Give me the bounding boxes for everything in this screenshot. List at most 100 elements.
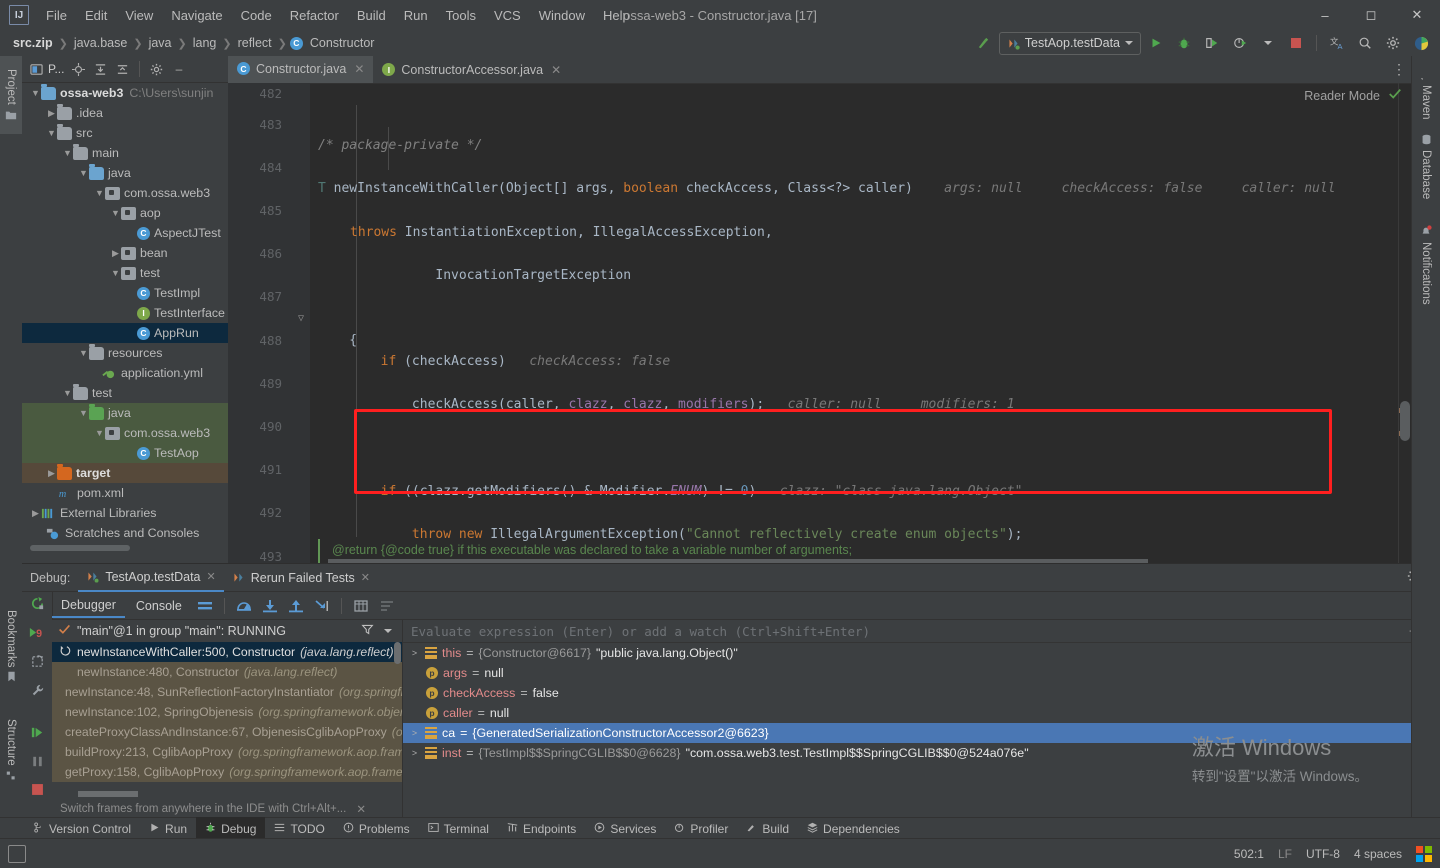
expand-chevron-icon[interactable]: > [409, 648, 420, 658]
debug-icon[interactable] [1171, 32, 1197, 54]
variables-panel[interactable]: Evaluate expression (Enter) or add a wat… [403, 620, 1440, 819]
tree-item-apprun[interactable]: C AppRun [22, 323, 228, 343]
menu-build[interactable]: Build [348, 4, 395, 27]
close-button[interactable]: ✕ [1394, 0, 1440, 30]
code-lines[interactable]: 482 483 /* package-private */ 484 T newI… [228, 83, 1412, 563]
twisty-icon[interactable]: ▶ [110, 248, 121, 259]
variable-row-checkaccess[interactable]: p checkAccess = false [403, 683, 1440, 703]
profile-icon[interactable] [1227, 32, 1253, 54]
tool-button-services[interactable]: Services [585, 817, 665, 840]
twisty-icon[interactable]: ▼ [30, 88, 41, 98]
tool-button-profiler[interactable]: Profiler [665, 817, 737, 840]
twisty-icon[interactable]: ▼ [94, 428, 105, 438]
variable-row-caller[interactable]: p caller = null [403, 703, 1440, 723]
editor-tabs-more-icon[interactable]: ⋮ [1392, 56, 1406, 83]
gear-icon[interactable] [146, 59, 167, 80]
frame-row[interactable]: getProxy:158, CglibAopProxy (org.springf… [52, 762, 402, 782]
file-encoding[interactable]: UTF-8 [1306, 847, 1340, 861]
filter-icon[interactable] [361, 623, 374, 639]
frames-panel[interactable]: "main"@1 in group "main": RUNNING newIns… [52, 620, 403, 819]
twisty-icon[interactable]: ▼ [110, 208, 121, 218]
run-icon[interactable] [1143, 32, 1169, 54]
editor-vscrollbar[interactable] [1400, 401, 1410, 441]
code-line-484[interactable]: T newInstanceWithCaller(Object[] args, b… [318, 178, 1412, 200]
close-icon[interactable]: ✕ [361, 571, 370, 584]
indent-setting[interactable]: 4 spaces [1354, 847, 1402, 861]
twisty-icon[interactable]: ▼ [78, 168, 89, 178]
project-view-icon[interactable] [26, 59, 47, 80]
tree-item-src[interactable]: ▼ src [22, 123, 228, 143]
menu-refactor[interactable]: Refactor [281, 4, 348, 27]
minimize-button[interactable]: – [1302, 0, 1348, 30]
twisty-icon[interactable]: ▶ [30, 508, 41, 519]
tree-item-aop[interactable]: ▼ aop [22, 203, 228, 223]
fold-marker-icon[interactable]: ▽ [296, 308, 306, 330]
reader-mode-indicator[interactable]: Reader Mode [1304, 87, 1402, 104]
stop-icon[interactable] [31, 783, 44, 801]
twisty-icon[interactable]: ▼ [78, 348, 89, 358]
frame-row[interactable]: newInstance:102, SpringObjenesis (org.sp… [52, 702, 402, 722]
code-line-488[interactable]: if (checkAccess) checkAccess: false [318, 351, 1412, 373]
frame-row[interactable]: newInstance:48, SunReflectionFactoryInst… [52, 682, 402, 702]
code-line-486[interactable]: InvocationTargetException [318, 265, 1412, 287]
tab-constructor-java[interactable]: C Constructor.java ✕ [228, 56, 374, 83]
tree-item-pom-xml[interactable]: m pom.xml [22, 483, 228, 503]
menu-window[interactable]: Window [530, 4, 594, 27]
variable-row-inst[interactable]: > inst = {TestImpl$$SpringCGLIB$$0@6628}… [403, 743, 1440, 763]
step-over-icon[interactable] [232, 595, 256, 617]
sidebar-item-structure[interactable]: Structure [0, 698, 22, 802]
pause-program-icon[interactable] [30, 754, 45, 774]
tree-item-application-yml[interactable]: application.yml [22, 363, 228, 383]
stop-icon[interactable] [1283, 32, 1309, 54]
close-icon[interactable]: ✕ [551, 63, 561, 77]
twisty-icon[interactable]: ▼ [110, 268, 121, 278]
tool-button-problems[interactable]: Problems [334, 817, 419, 840]
rerun-failed-tests-icon[interactable]: 9 [29, 625, 45, 645]
rerun-icon[interactable] [30, 596, 45, 616]
project-tree-hscrollbar[interactable] [30, 545, 130, 551]
frame-row[interactable]: createProxyClassAndInstance:67, Objenesi… [52, 722, 402, 742]
code-line-489[interactable]: checkAccess(caller, clazz, clazz, modifi… [318, 394, 1412, 416]
menu-run[interactable]: Run [395, 4, 437, 27]
run-configuration-selector[interactable]: TestAop.testData [998, 31, 1141, 55]
tab-console[interactable]: Console [127, 595, 191, 617]
twisty-icon[interactable]: ▼ [94, 188, 105, 198]
expand-all-icon[interactable] [90, 59, 111, 80]
build-icon[interactable] [971, 32, 997, 54]
tool-button-endpoints[interactable]: Endpoints [498, 817, 585, 840]
frame-row[interactable]: newInstance:480, Constructor (java.lang.… [52, 662, 402, 682]
tree-item-scratches[interactable]: Scratches and Consoles [22, 523, 228, 543]
collapse-all-icon[interactable] [112, 59, 133, 80]
settings-wrench-icon[interactable] [30, 683, 45, 703]
translate-icon[interactable]: 文A [1324, 32, 1350, 54]
twisty-icon[interactable]: ▼ [62, 148, 73, 158]
tab-constructoraccessor-java[interactable]: I ConstructorAccessor.java ✕ [373, 56, 570, 83]
layout-icon[interactable] [193, 595, 217, 617]
sidebar-item-notifications[interactable]: Notifications [1412, 204, 1440, 326]
thread-selector[interactable]: "main"@1 in group "main": RUNNING [52, 620, 402, 642]
evaluate-expression-field[interactable]: Evaluate expression (Enter) or add a wat… [403, 620, 1440, 643]
locate-icon[interactable] [68, 59, 89, 80]
tree-item-test-java[interactable]: ▼ java [22, 403, 228, 423]
breadcrumb-item-lang[interactable]: lang [190, 35, 220, 51]
hide-panel-icon[interactable]: – [168, 59, 189, 80]
frames-vscrollbar[interactable] [394, 642, 401, 664]
tool-button-dependencies[interactable]: Dependencies [798, 817, 909, 840]
caret-position[interactable]: 502:1 [1234, 847, 1264, 861]
tab-debugger[interactable]: Debugger [52, 594, 125, 618]
debug-session-tab-testaop[interactable]: TestAop.testData ✕ [78, 564, 224, 592]
twisty-icon[interactable]: ▶ [46, 108, 57, 119]
restore-layout-icon[interactable] [30, 654, 45, 674]
tool-button-terminal[interactable]: Terminal [419, 817, 498, 840]
debug-session-tab-rerun-failed[interactable]: Rerun Failed Tests ✕ [224, 565, 378, 591]
code-viewport[interactable]: 482 483 /* package-private */ 484 T newI… [228, 83, 1412, 563]
evaluate-expression-icon[interactable] [349, 595, 373, 617]
twisty-icon[interactable]: ▼ [46, 128, 57, 138]
code-line-491[interactable]: if ((clazz.getModifiers() & Modifier.ENU… [318, 481, 1412, 503]
sidebar-item-database[interactable]: Database [1412, 118, 1440, 216]
tool-button-debug[interactable]: Debug [196, 817, 266, 840]
run-to-cursor-icon[interactable] [310, 595, 334, 617]
twisty-icon[interactable]: ▶ [46, 468, 57, 479]
menu-vcs[interactable]: VCS [485, 4, 530, 27]
menu-navigate[interactable]: Navigate [162, 4, 231, 27]
